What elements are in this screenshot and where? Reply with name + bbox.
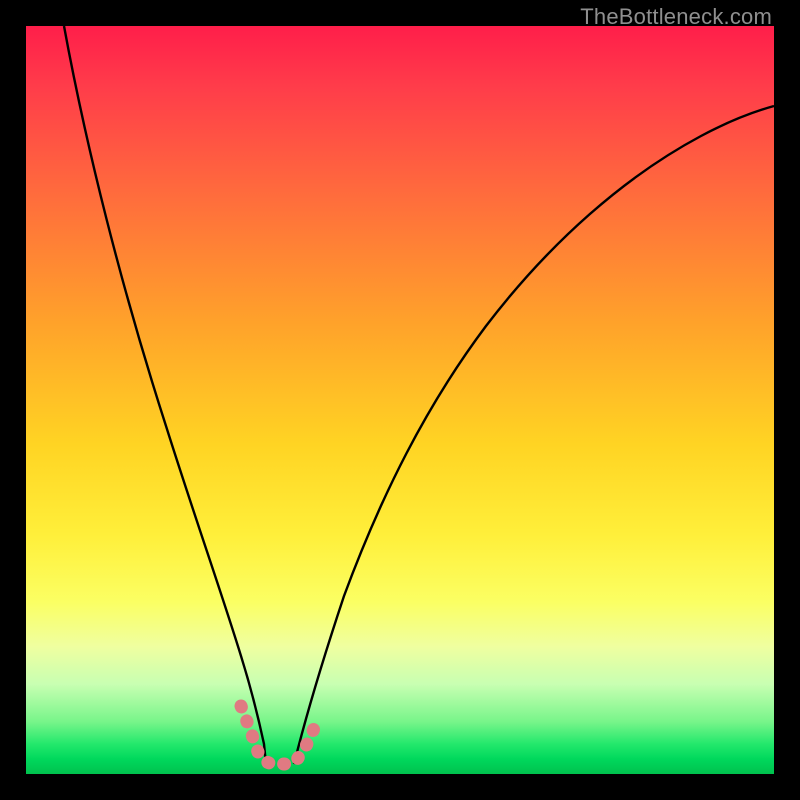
curve-overlay: [26, 26, 774, 774]
left-curve: [64, 26, 266, 764]
watermark-text: TheBottleneck.com: [580, 4, 772, 30]
highlight-band: [241, 706, 316, 764]
chart-image: TheBottleneck.com: [0, 0, 800, 800]
right-curve: [294, 106, 774, 764]
plot-area: [26, 26, 774, 774]
